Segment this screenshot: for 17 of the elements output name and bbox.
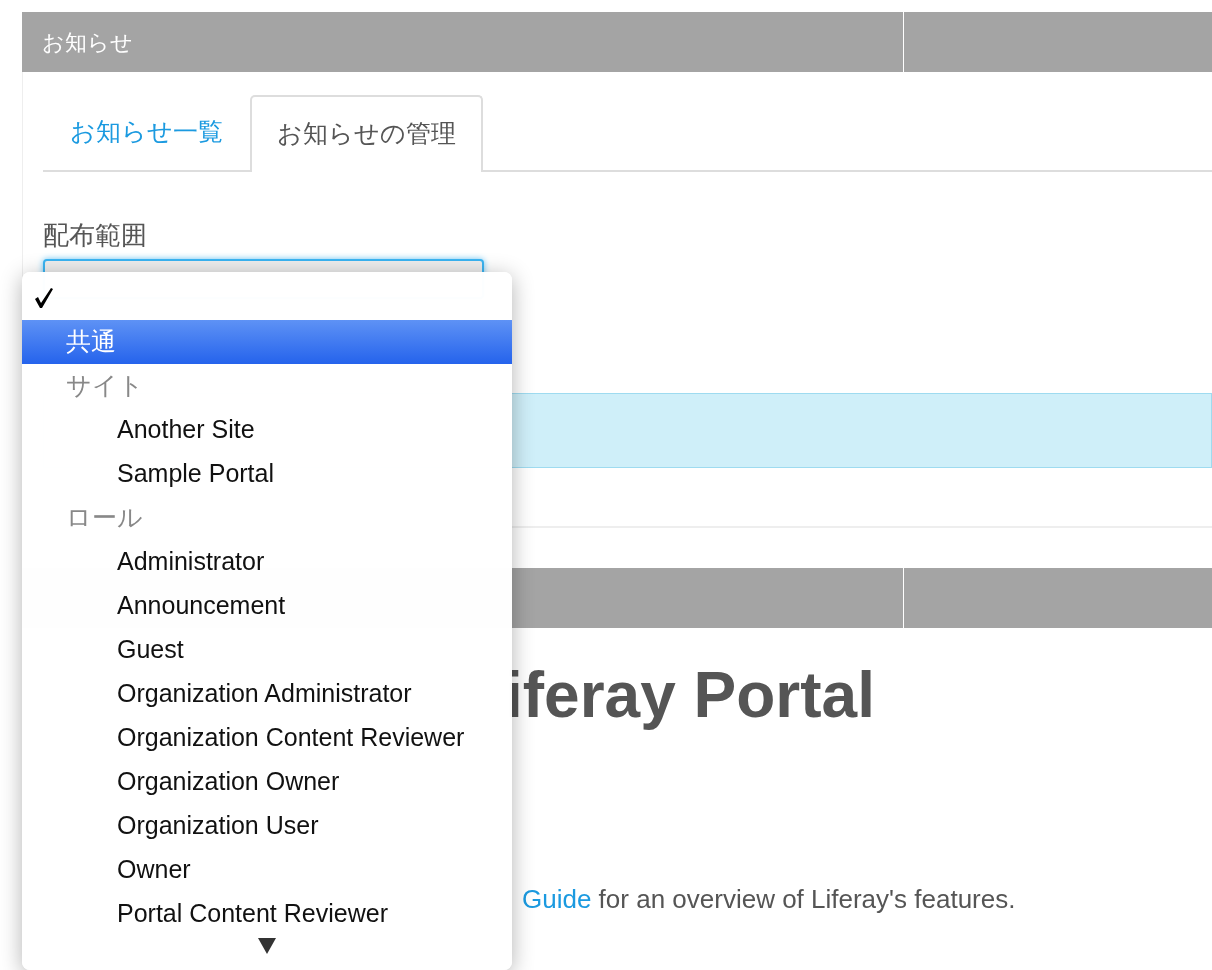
- group-label: ロール: [65, 502, 144, 534]
- menu-option[interactable]: Administrator: [22, 540, 512, 584]
- group-label: サイト: [65, 370, 145, 402]
- menu-option[interactable]: Organization Owner: [22, 760, 512, 804]
- menu-option[interactable]: 共通: [22, 320, 512, 364]
- menu-option[interactable]: Owner: [22, 848, 512, 892]
- menu-option[interactable]: Organization User: [22, 804, 512, 848]
- menu-option[interactable]: Sample Portal: [22, 452, 512, 496]
- scroll-down-icon[interactable]: [258, 938, 276, 954]
- tab[interactable]: お知らせの管理: [250, 95, 483, 172]
- field-label: 配布範囲: [43, 219, 148, 252]
- menu-option[interactable]: Portal Content Reviewer: [22, 892, 512, 936]
- intro-text: Guide for an overview of Liferay's features.: [522, 883, 1016, 917]
- menu-option[interactable]: Another Site: [22, 408, 512, 452]
- menu-option[interactable]: Announcement: [22, 584, 512, 628]
- portlet-title: お知らせ: [22, 12, 904, 72]
- checkmark-icon: [34, 287, 54, 309]
